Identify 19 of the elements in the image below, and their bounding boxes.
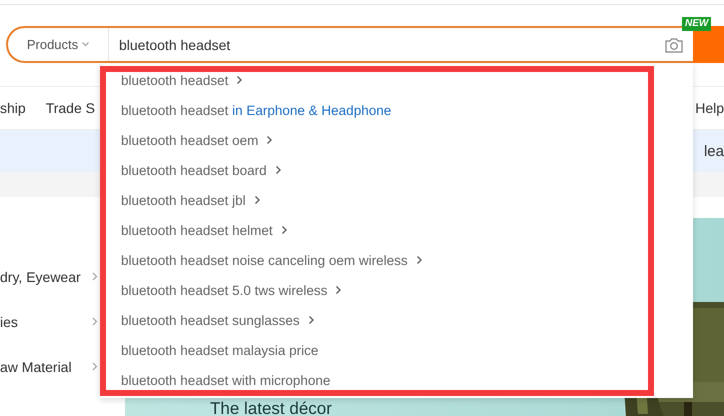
suggestion-item[interactable]: bluetooth headset noise canceling oem wireless (100, 245, 693, 275)
nav-link[interactable]: Help (695, 100, 724, 116)
suggestion-item[interactable]: bluetooth headset in Earphone & Headphone (100, 95, 693, 125)
notice-text: lea (704, 142, 724, 160)
suggestion-item[interactable]: bluetooth headset malaysia price (100, 335, 693, 365)
nav-link[interactable]: Trade S (46, 100, 95, 116)
suggestion-item[interactable]: bluetooth headset helmet (100, 215, 693, 245)
suggestion-item[interactable]: bluetooth headset oem (100, 125, 693, 155)
banner-heading: The latest décor (210, 400, 332, 416)
suggestion-item[interactable]: bluetooth headset (100, 65, 693, 95)
suggestion-item[interactable]: bluetooth headset jbl (100, 185, 693, 215)
new-badge: NEW (682, 17, 712, 31)
suggestion-item[interactable]: bluetooth headset board (100, 155, 693, 185)
suggestion-item[interactable]: bluetooth headset sunglasses (100, 305, 693, 335)
suggestion-item[interactable]: bluetooth headset with microphone (100, 365, 693, 395)
suggestion-item[interactable]: bluetooth headset 5.0 tws wireless (100, 275, 693, 305)
nav-link[interactable]: ship (0, 100, 26, 116)
search-field[interactable]: Products bluetooth headset (6, 26, 693, 63)
scope-dropdown[interactable]: Products (8, 28, 109, 61)
